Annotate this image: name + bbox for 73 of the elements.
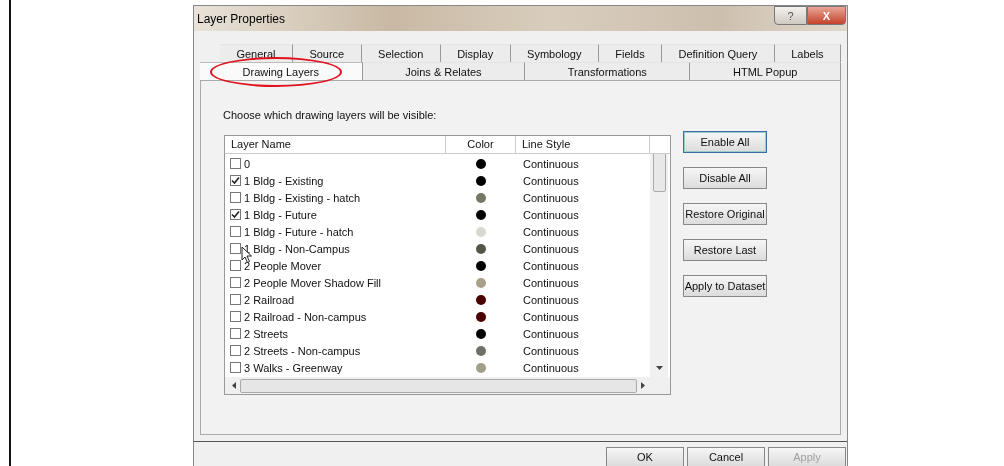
- layer-name: 1 Bldg - Future - hatch: [244, 225, 354, 238]
- layer-name: 1 Bldg - Existing - hatch: [244, 191, 361, 204]
- tab[interactable]: Drawing Layers: [200, 62, 363, 80]
- tab[interactable]: Display: [440, 44, 511, 62]
- scrollbar-thumb[interactable]: [652, 154, 666, 192]
- line-style: Continuous: [523, 276, 579, 289]
- action-button[interactable]: Restore Last: [683, 239, 767, 261]
- help-button[interactable]: ?: [774, 6, 807, 25]
- line-style: Continuous: [523, 259, 579, 272]
- checkbox[interactable]: [230, 209, 241, 220]
- layer-name: 2 People Mover Shadow Fill: [244, 276, 381, 289]
- line-style: Continuous: [523, 361, 579, 374]
- line-style: Continuous: [523, 344, 579, 357]
- layer-name: 2 People Mover: [244, 259, 322, 272]
- scroll-right-icon: [641, 382, 646, 389]
- layer-name: 2 Streets - Non-campus: [244, 344, 361, 357]
- tab[interactable]: Selection: [361, 44, 441, 62]
- checkbox[interactable]: [230, 243, 241, 254]
- window-title: Layer Properties: [197, 11, 286, 26]
- instruction-text: Choose which drawing layers will be visible:: [223, 109, 438, 121]
- line-style: Continuous: [523, 242, 579, 255]
- column-header[interactable]: Layer Name: [225, 136, 446, 153]
- column-header[interactable]: Color: [446, 136, 516, 153]
- scroll-down-icon: [655, 366, 663, 371]
- tab[interactable]: Source: [292, 44, 362, 62]
- tab[interactable]: Definition Query: [662, 44, 775, 62]
- line-style: Continuous: [523, 327, 579, 340]
- tab[interactable]: General: [220, 44, 293, 62]
- checkbox[interactable]: [230, 362, 241, 373]
- action-button[interactable]: Apply to Dataset: [683, 275, 767, 297]
- action-button[interactable]: Disable All: [683, 167, 767, 189]
- scrollbar-thumb[interactable]: [240, 378, 637, 393]
- layer-name: 2 Railroad: [244, 293, 295, 306]
- mouse-pointer-icon: [241, 246, 253, 264]
- checkbox[interactable]: [230, 158, 241, 169]
- tab[interactable]: Joins & Relates: [362, 62, 526, 80]
- tab[interactable]: Transformations: [525, 62, 691, 80]
- checkbox[interactable]: [230, 277, 241, 288]
- checkbox[interactable]: [230, 192, 241, 203]
- checkbox[interactable]: [230, 345, 241, 356]
- column-header[interactable]: Line Style: [516, 136, 650, 153]
- line-style: Continuous: [523, 208, 579, 221]
- tab[interactable]: Fields: [598, 44, 663, 62]
- check-icon: [231, 176, 240, 185]
- line-style: Continuous: [523, 191, 579, 204]
- layer-name: 1 Bldg - Existing: [244, 174, 324, 187]
- dialog-button[interactable]: Cancel: [687, 447, 765, 466]
- layer-name: 3 Walks - Greenway: [244, 361, 343, 374]
- checkbox[interactable]: [230, 260, 241, 271]
- line-style: Continuous: [523, 157, 579, 170]
- horizontal-scrollbar[interactable]: [225, 377, 670, 394]
- vertical-scrollbar[interactable]: [650, 154, 668, 377]
- checkbox[interactable]: [230, 294, 241, 305]
- tab[interactable]: Labels: [774, 44, 842, 62]
- line-style: Continuous: [523, 174, 579, 187]
- tab[interactable]: Symbology: [510, 44, 599, 62]
- layer-name: 0: [244, 157, 251, 170]
- scroll-left-icon: [231, 382, 236, 389]
- tab[interactable]: HTML Popup: [690, 62, 841, 80]
- checkbox[interactable]: [230, 311, 241, 322]
- check-icon: [231, 210, 240, 219]
- line-style: Continuous: [523, 225, 579, 238]
- line-style: Continuous: [523, 293, 579, 306]
- line-style: Continuous: [523, 310, 579, 323]
- action-button[interactable]: Restore Original: [683, 203, 767, 225]
- checkbox[interactable]: [230, 226, 241, 237]
- dialog-button[interactable]: OK: [606, 447, 684, 466]
- layer-name: 2 Streets: [244, 327, 289, 340]
- action-button[interactable]: Enable All: [683, 131, 767, 153]
- layer-name: 2 Railroad - Non-campus: [244, 310, 367, 323]
- checkbox[interactable]: [230, 328, 241, 339]
- layer-name: 1 Bldg - Future: [244, 208, 317, 221]
- checkbox[interactable]: [230, 175, 241, 186]
